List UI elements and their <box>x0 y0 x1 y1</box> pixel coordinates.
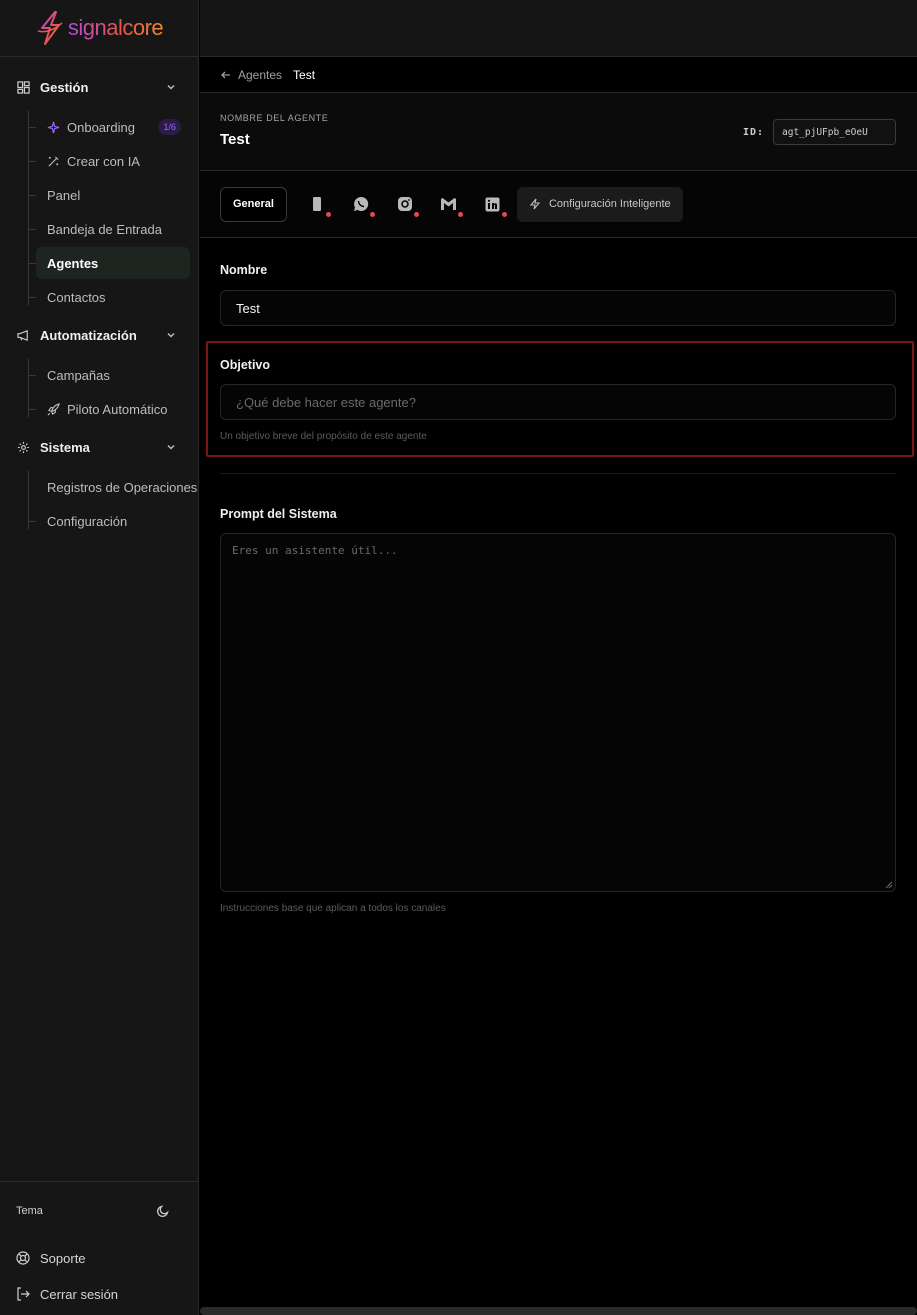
horizontal-scrollbar[interactable] <box>200 1307 917 1315</box>
agent-form: Nombre Test <box>200 263 917 326</box>
gear-icon <box>16 440 30 454</box>
nombre-label: Nombre <box>220 263 268 277</box>
sidebar-item-label: Panel <box>47 187 81 203</box>
agent-tabs: General Configuración Inteligente <box>200 171 917 238</box>
sidebar-item-label: Piloto Automático <box>67 401 168 417</box>
gmail-icon[interactable] <box>439 194 463 217</box>
whatsapp-icon[interactable] <box>351 194 375 217</box>
logout-icon <box>16 1287 30 1301</box>
agent-header: NOMBRE DEL AGENTE Test ID: agt_pjUFpb_eO… <box>200 93 917 171</box>
sidebar-item-configuracion[interactable]: Configuración <box>28 505 190 537</box>
objetivo-input[interactable]: ¿Qué debe hacer este agente? <box>220 384 896 420</box>
sidebar-item-label: Crear con IA <box>67 153 140 169</box>
nav-group-items: Registros de Operaciones Configuración <box>28 471 198 537</box>
support-label: Soporte <box>40 1250 86 1266</box>
theme-row: Tema <box>0 1182 198 1240</box>
chevron-down-icon <box>166 329 178 341</box>
sidebar-item-label: Onboarding <box>67 119 135 135</box>
prompt-placeholder: Eres un asistente útil... <box>232 544 398 557</box>
status-dot <box>369 212 375 217</box>
lifebuoy-icon <box>16 1251 30 1265</box>
megaphone-icon <box>16 328 30 342</box>
sidebar-item-contactos[interactable]: Contactos <box>28 281 190 313</box>
arrow-left-icon[interactable] <box>220 69 232 81</box>
sidebar-item-registros[interactable]: Registros de Operaciones <box>36 471 198 503</box>
breadcrumb: Agentes Test <box>200 57 917 93</box>
sidebar-item-bandeja[interactable]: Bandeja de Entrada <box>28 213 190 245</box>
rocket-icon <box>47 402 60 416</box>
agent-id-value[interactable]: agt_pjUFpb_eOeU <box>773 119 896 145</box>
sidebar-item-onboarding[interactable]: Onboarding 1/6 <box>28 111 190 143</box>
sparkles-icon <box>47 121 60 134</box>
main-content: Agentes Test NOMBRE DEL AGENTE Test ID: … <box>200 0 917 1315</box>
status-dot <box>413 212 419 217</box>
objetivo-label: Objetivo <box>220 358 271 372</box>
chevron-down-icon <box>166 81 178 93</box>
prompt-help-text: Instrucciones base que aplican a todos l… <box>220 903 446 914</box>
sidebar-item-label: Configuración <box>47 513 128 529</box>
nav-group-sistema[interactable]: Sistema <box>0 435 198 459</box>
agent-id: ID: agt_pjUFpb_eOeU <box>743 119 896 145</box>
tab-configuracion-inteligente[interactable]: Configuración Inteligente <box>516 186 683 222</box>
logout-label: Cerrar sesión <box>40 1286 119 1302</box>
sidebar-item-campanas[interactable]: Campañas <box>28 359 190 391</box>
nav-group-automatizacion[interactable]: Automatización <box>0 323 198 347</box>
logo-text: signalcore <box>67 15 164 40</box>
nav-group-gestion[interactable]: Gestión <box>0 75 198 99</box>
moon-icon[interactable] <box>156 1204 170 1218</box>
nav-group-items: Campañas Piloto Automático <box>28 359 198 425</box>
sidebar-footer: Tema Soporte Cerrar sesión <box>0 1181 198 1315</box>
sidebar-item-label: Campañas <box>47 367 110 383</box>
tab-label: Configuración Inteligente <box>548 198 671 210</box>
sidebar: signalcore Gestión Onboarding 1/6 Crear … <box>0 0 199 1315</box>
bolt-logo-icon <box>37 11 63 45</box>
phone-icon[interactable] <box>307 194 331 217</box>
prompt-label: Prompt del Sistema <box>220 507 337 521</box>
nav-group-label: Sistema <box>40 439 90 455</box>
sidebar-item-crear-con-ia[interactable]: Crear con IA <box>28 145 190 177</box>
linkedin-icon[interactable] <box>483 194 507 217</box>
status-dot <box>501 212 507 217</box>
sidebar-item-label: Registros de Operaciones <box>47 479 198 495</box>
tab-general[interactable]: General <box>220 186 287 222</box>
nav-group-label: Automatización <box>40 327 137 343</box>
brand-logo[interactable]: signalcore <box>0 0 198 57</box>
theme-label: Tema <box>16 1205 43 1217</box>
sidebar-item-label: Agentes <box>47 255 99 271</box>
support-link[interactable]: Soporte <box>0 1240 198 1276</box>
sidebar-item-label: Bandeja de Entrada <box>47 221 162 237</box>
chevron-down-icon <box>166 441 178 453</box>
section-divider <box>220 473 896 474</box>
sidebar-item-label: Contactos <box>47 289 106 305</box>
instagram-icon[interactable] <box>395 194 419 217</box>
agent-id-label: ID: <box>742 126 764 138</box>
breadcrumb-current: Test <box>293 67 316 82</box>
magic-wand-icon <box>47 155 60 168</box>
resize-handle-icon[interactable] <box>885 881 893 889</box>
status-dot <box>325 212 331 217</box>
objetivo-help-text: Un objetivo breve del propósito de este … <box>220 431 427 442</box>
top-bar <box>200 0 917 57</box>
onboarding-progress-badge: 1/6 <box>158 119 181 135</box>
prompt-textarea[interactable]: Eres un asistente útil... <box>220 533 896 892</box>
sidebar-item-agentes[interactable]: Agentes <box>28 247 190 279</box>
logout-link[interactable]: Cerrar sesión <box>0 1276 198 1312</box>
main-nav: Gestión Onboarding 1/6 Crear con IA Pane… <box>0 57 198 537</box>
nombre-input[interactable]: Test <box>220 290 896 326</box>
sidebar-item-panel[interactable]: Panel <box>28 179 190 211</box>
nav-group-items: Onboarding 1/6 Crear con IA Panel Bandej… <box>28 111 198 313</box>
nav-group-label: Gestión <box>40 79 89 95</box>
grid-icon <box>16 80 30 94</box>
bolt-icon <box>529 198 541 210</box>
status-dot <box>457 212 463 217</box>
breadcrumb-parent[interactable]: Agentes <box>238 68 282 82</box>
sidebar-item-piloto[interactable]: Piloto Automático <box>28 393 190 425</box>
